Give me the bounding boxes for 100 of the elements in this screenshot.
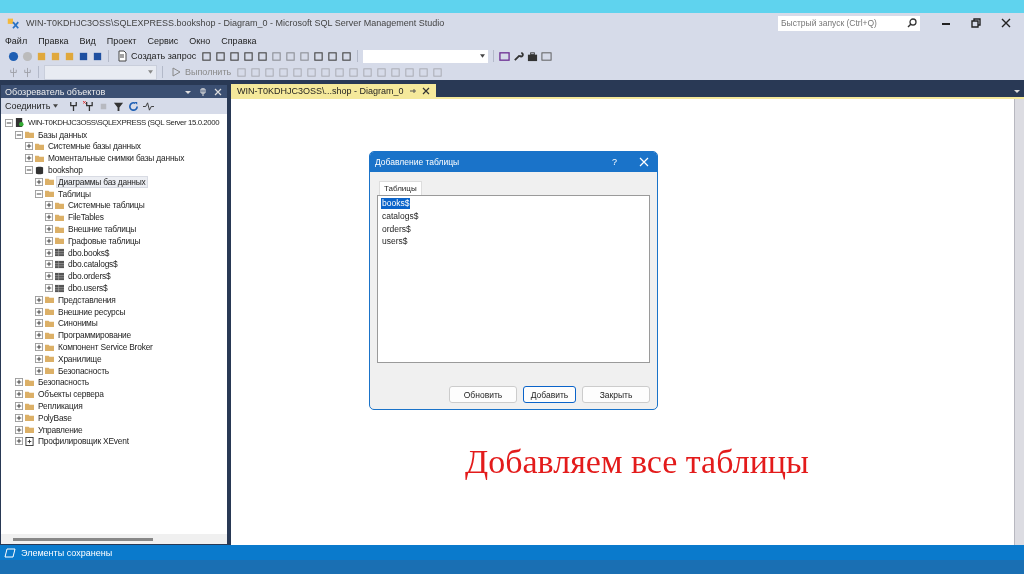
menu-item[interactable]: Правка bbox=[38, 35, 69, 46]
dropdown-field[interactable] bbox=[44, 64, 157, 80]
tree-item[interactable]: Диаграммы баз данных bbox=[57, 176, 147, 187]
tree-item[interactable]: Профилировщик XEvent bbox=[37, 436, 130, 447]
caret-icon bbox=[148, 70, 153, 74]
restore-icon[interactable] bbox=[970, 17, 982, 29]
document-icon bbox=[25, 436, 34, 446]
tree-item[interactable]: Программирование bbox=[57, 330, 132, 341]
filter-icon[interactable] bbox=[113, 100, 125, 112]
tree-item[interactable]: Графовые таблицы bbox=[67, 235, 142, 246]
connect-button[interactable]: Соединить bbox=[5, 101, 59, 111]
dropdown-field[interactable] bbox=[363, 49, 489, 63]
search-icon bbox=[907, 18, 917, 28]
close-icon[interactable] bbox=[1000, 17, 1012, 29]
dialog-button[interactable]: Добавить bbox=[523, 386, 576, 403]
wrench-icon[interactable] bbox=[513, 50, 525, 62]
tree-item[interactable]: Хранилище bbox=[57, 353, 103, 364]
expand-toggle-icon[interactable] bbox=[35, 354, 43, 363]
expand-toggle-icon[interactable] bbox=[35, 295, 43, 304]
status-icon bbox=[4, 546, 16, 559]
menu-item[interactable]: Сервис bbox=[147, 35, 179, 46]
menu-item[interactable]: Окно bbox=[189, 35, 211, 46]
disconnect-icon[interactable] bbox=[83, 100, 95, 112]
scrollbar[interactable] bbox=[1, 534, 227, 544]
expand-toggle-icon[interactable] bbox=[15, 413, 23, 422]
expand-toggle-icon[interactable] bbox=[35, 366, 43, 375]
expand-toggle-icon[interactable] bbox=[45, 272, 53, 281]
tree-item[interactable]: dbo.orders$ bbox=[67, 271, 112, 282]
tree-item[interactable]: Представления bbox=[57, 294, 117, 305]
tree-item[interactable]: Внешние ресурсы bbox=[57, 306, 127, 317]
tree-item[interactable]: Компонент Service Broker bbox=[57, 342, 154, 353]
refresh-icon[interactable] bbox=[128, 100, 140, 112]
tree-item[interactable]: Внешние таблицы bbox=[67, 224, 138, 235]
tab[interactable]: Таблицы bbox=[379, 181, 422, 195]
window-icon[interactable] bbox=[499, 50, 511, 62]
expand-toggle-icon[interactable] bbox=[45, 260, 53, 269]
panel-title: Обозреватель объектов bbox=[5, 86, 107, 97]
list-item[interactable]: catalogs$ bbox=[381, 210, 420, 222]
expand-toggle-icon[interactable] bbox=[35, 331, 43, 340]
tree-item[interactable]: Системные базы данных bbox=[47, 141, 142, 152]
scrollbar[interactable] bbox=[1014, 99, 1024, 545]
activity-icon[interactable] bbox=[143, 100, 155, 112]
expand-toggle-icon[interactable] bbox=[45, 284, 53, 293]
expand-toggle-icon[interactable] bbox=[25, 166, 33, 175]
expand-toggle-icon[interactable] bbox=[45, 213, 53, 222]
expand-toggle-icon[interactable] bbox=[45, 248, 53, 257]
new-query-button[interactable]: Создать запрос bbox=[114, 50, 199, 62]
tree-item[interactable]: Объекты сервера bbox=[37, 389, 105, 400]
tree-item[interactable]: bookshop bbox=[47, 165, 84, 176]
expand-toggle-icon[interactable] bbox=[15, 130, 23, 139]
tree-item[interactable]: Синонимы bbox=[57, 318, 99, 329]
expand-toggle-icon[interactable] bbox=[25, 142, 33, 151]
tree-item[interactable]: Моментальные снимки базы данных bbox=[47, 153, 186, 164]
menu-item[interactable]: Файл bbox=[5, 35, 28, 46]
expand-toggle-icon[interactable] bbox=[35, 319, 43, 328]
toolbox-icon[interactable] bbox=[527, 50, 539, 62]
dialog-button[interactable]: Закрыть bbox=[582, 386, 650, 403]
expand-toggle-icon[interactable] bbox=[5, 118, 13, 127]
document-tab[interactable]: WIN-T0KDHJC3OSS\...shop - Diagram_0 bbox=[231, 84, 436, 97]
list-item[interactable]: orders$ bbox=[381, 223, 412, 235]
tree-item[interactable]: Управление bbox=[37, 424, 84, 435]
play-icon bbox=[170, 66, 182, 78]
tree-item[interactable]: Репликация bbox=[37, 401, 84, 411]
tree-item[interactable]: PolyBase bbox=[37, 412, 73, 423]
plug-icon[interactable] bbox=[68, 100, 80, 112]
expand-toggle-icon[interactable] bbox=[35, 343, 43, 352]
expand-toggle-icon[interactable] bbox=[45, 225, 53, 234]
tree-item[interactable]: Безопасность bbox=[37, 377, 91, 388]
table-icon bbox=[55, 248, 64, 258]
dialog-title: Добавление таблицы bbox=[375, 157, 461, 167]
status-text: Элементы сохранены bbox=[21, 547, 113, 558]
list-item[interactable]: books$ bbox=[381, 198, 411, 209]
expand-toggle-icon[interactable] bbox=[15, 390, 23, 399]
tree-item[interactable]: dbo.books$ bbox=[67, 247, 111, 258]
menu-item[interactable]: Справка bbox=[221, 35, 257, 46]
menu-item[interactable]: Проект bbox=[106, 35, 137, 46]
expand-toggle-icon[interactable] bbox=[35, 307, 43, 316]
expand-toggle-icon[interactable] bbox=[45, 236, 53, 245]
menu-item[interactable]: Вид bbox=[79, 35, 96, 46]
expand-toggle-icon[interactable] bbox=[15, 378, 23, 387]
expand-toggle-icon[interactable] bbox=[15, 402, 23, 410]
expand-toggle-icon[interactable] bbox=[15, 425, 23, 434]
table-icon bbox=[55, 271, 64, 281]
list-item[interactable]: users$ bbox=[381, 236, 409, 248]
expand-toggle-icon[interactable] bbox=[35, 177, 43, 186]
tree-item[interactable]: Безопасность bbox=[57, 365, 111, 376]
expand-toggle-icon[interactable] bbox=[45, 201, 53, 210]
tree-item[interactable]: FileTables bbox=[67, 212, 105, 223]
tree-item[interactable]: dbo.users$ bbox=[67, 283, 109, 294]
close-icon[interactable] bbox=[421, 86, 430, 95]
tree-item[interactable]: dbo.catalogs$ bbox=[67, 259, 119, 270]
tree-item[interactable]: Системные таблицы bbox=[67, 200, 146, 211]
tree-item[interactable]: Базы данных bbox=[37, 129, 89, 140]
tree-item[interactable]: Таблицы bbox=[57, 188, 92, 199]
dialog-button[interactable]: Обновить bbox=[449, 386, 517, 403]
expand-toggle-icon[interactable] bbox=[35, 189, 43, 198]
quick-launch-field[interactable]: Быстрый запуск (Ctrl+Q) bbox=[778, 15, 920, 31]
expand-toggle-icon[interactable] bbox=[25, 154, 33, 163]
help-button[interactable]: ? bbox=[612, 157, 617, 167]
expand-toggle-icon[interactable] bbox=[15, 437, 23, 446]
